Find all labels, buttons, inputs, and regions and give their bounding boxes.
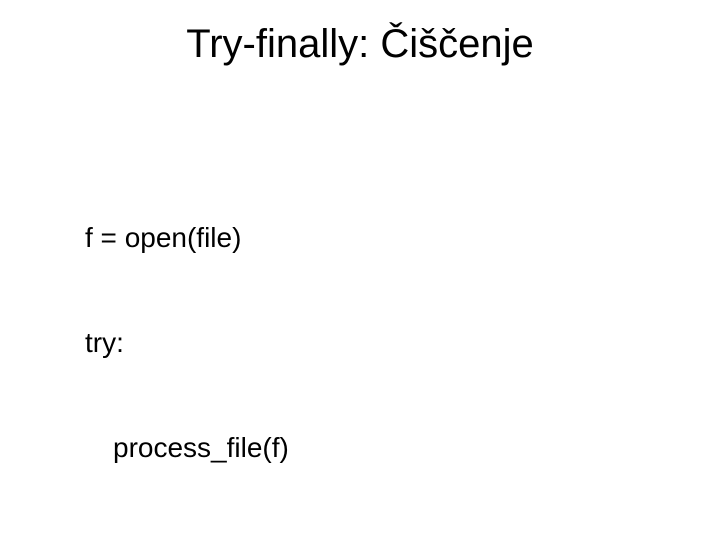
code-line-3: process_file(f) [85,430,623,465]
code-line-4: finally: [85,535,623,540]
code-block: f = open(file) try: process_file(f) fina… [85,150,623,540]
slide-title: Try-finally: Čiščenje [0,22,720,67]
slide: Try-finally: Čiščenje f = open(file) try… [0,0,720,540]
code-line-2: try: [85,325,623,360]
code-line-1: f = open(file) [85,220,623,255]
